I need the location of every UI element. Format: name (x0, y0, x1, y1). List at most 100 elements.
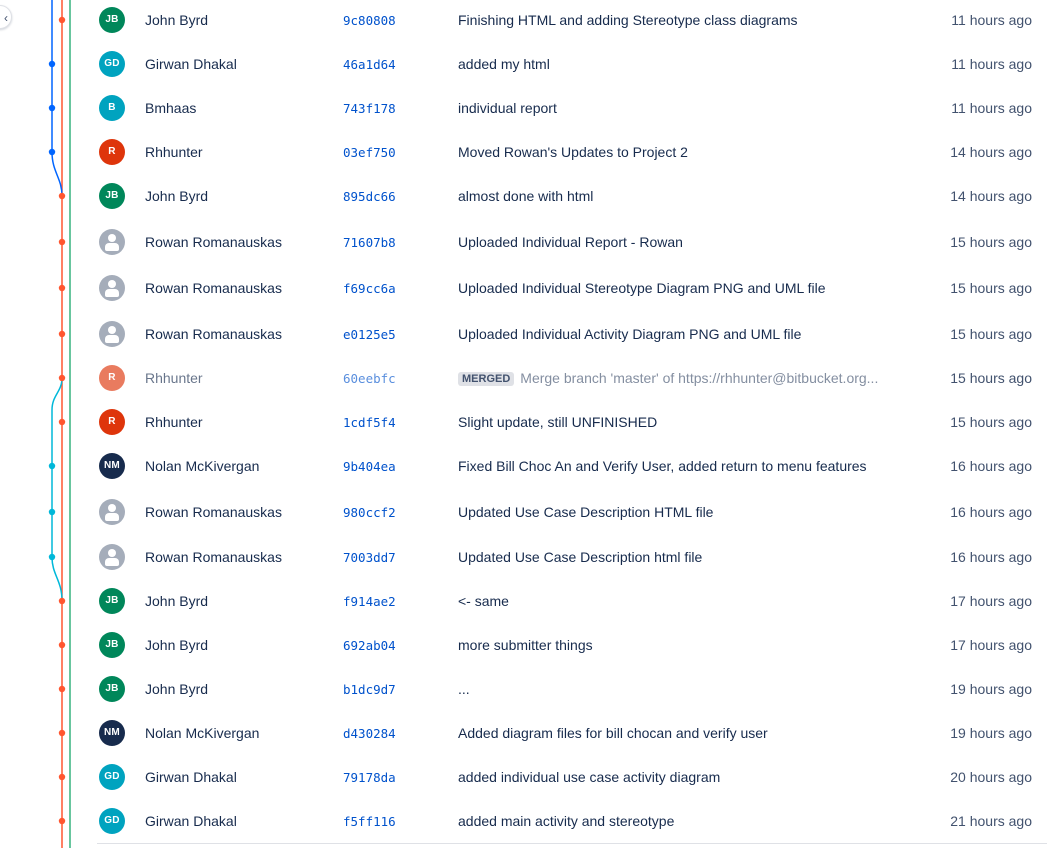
commit-date: 15 hours ago (950, 326, 1032, 342)
commit-row[interactable]: JB John Byrd f914ae2 <- same 17 hours ago (0, 579, 1047, 623)
commit-message-text: individual report (458, 100, 557, 116)
commit-hash-link[interactable]: 980ccf2 (343, 505, 396, 520)
commit-hash-link[interactable]: f69cc6a (343, 281, 396, 296)
avatar[interactable]: R (99, 409, 125, 435)
commit-row[interactable]: GD Girwan Dhakal f5ff116 added main activit… (0, 799, 1047, 843)
commit-author: Rhhunter (145, 370, 203, 386)
commit-row[interactable]: R Rhhunter 03ef750 Moved Rowan's Updates to… (0, 130, 1047, 174)
commit-hash-link[interactable]: f914ae2 (343, 594, 396, 609)
commit-author: Rowan Romanauskas (145, 326, 282, 342)
commit-hash-link[interactable]: 03ef750 (343, 145, 396, 160)
user-head-shape (108, 504, 116, 512)
commit-hash-link[interactable]: d430284 (343, 726, 396, 741)
commit-message: Uploaded Individual Activity Diagram PNG… (458, 326, 928, 342)
commit-hash-link[interactable]: 692ab04 (343, 638, 396, 653)
commit-date: 14 hours ago (950, 144, 1032, 160)
commit-date: 15 hours ago (950, 280, 1032, 296)
commit-hash-link[interactable]: 895dc66 (343, 189, 396, 204)
commit-row[interactable]: JB John Byrd b1dc9d7... 19 hours ago (0, 667, 1047, 711)
commit-message: added individual use case activity diagr… (458, 769, 928, 785)
avatar[interactable]: JB (99, 632, 125, 658)
commit-date: 17 hours ago (950, 637, 1032, 653)
commit-row[interactable]: R Rhhunter 1cdf5f4 Slight update, still UNF… (0, 400, 1047, 444)
commit-author: Girwan Dhakal (145, 813, 237, 829)
commit-message-text: Merge branch 'master' of https://rhhunte… (520, 370, 879, 386)
commit-hash-link[interactable]: 79178da (343, 770, 396, 785)
commit-author: Nolan McKivergan (145, 725, 260, 741)
avatar[interactable]: NM (99, 720, 125, 746)
commit-message: MERGED Merge branch 'master' of https://r… (458, 370, 928, 386)
commit-message: Slight update, still UNFINISHED (458, 414, 928, 430)
avatar[interactable]: JB (99, 588, 125, 614)
commit-hash-link[interactable]: 1cdf5f4 (343, 415, 396, 430)
commit-message-text: Finishing HTML and adding Stereotype cla… (458, 12, 798, 28)
commit-hash-link[interactable]: f5ff116 (343, 814, 396, 829)
commit-row[interactable]: Rowan Romanauskas 980ccf2 Updated Use Case… (0, 490, 1047, 534)
user-head-shape (108, 549, 116, 557)
commit-author: Nolan McKivergan (145, 458, 260, 474)
user-body-shape (105, 335, 119, 343)
default-avatar-icon[interactable] (99, 499, 125, 525)
commit-row[interactable]: Rowan Romanauskas f69cc6a Uploaded Individ… (0, 266, 1047, 310)
commit-message: almost done with html (458, 188, 928, 204)
commit-hash-link[interactable]: 9b404ea (343, 459, 396, 474)
commit-date: 11 hours ago (951, 100, 1032, 116)
commit-row[interactable]: NM Nolan McKivergan d430284 Added diagram f… (0, 711, 1047, 755)
user-body-shape (105, 558, 119, 566)
avatar[interactable]: GD (99, 51, 125, 77)
commit-hash-link[interactable]: 46a1d64 (343, 57, 396, 72)
commit-message-text: almost done with html (458, 188, 594, 204)
commit-row[interactable]: Rowan Romanauskas e0125e5 Uploaded Individ… (0, 312, 1047, 356)
commit-row[interactable]: B Bmhaas 743f178 individual report 11 hours … (0, 86, 1047, 130)
commit-row[interactable]: JB John Byrd 895dc66 almost done with html 1… (0, 174, 1047, 218)
commit-row[interactable]: Rowan Romanauskas 71607b8 Uploaded Individ… (0, 220, 1047, 264)
commit-row[interactable]: JB John Byrd 692ab04 more submitter things 1… (0, 623, 1047, 667)
commit-date: 16 hours ago (950, 504, 1032, 520)
commit-row[interactable]: JB John Byrd 9c80808 Finishing HTML and add… (0, 0, 1047, 42)
commit-hash-link[interactable]: e0125e5 (343, 327, 396, 342)
commit-author: Rowan Romanauskas (145, 234, 282, 250)
commit-row[interactable]: NM Nolan McKivergan 9b404ea Fixed Bill Choc… (0, 444, 1047, 488)
avatar[interactable]: JB (99, 183, 125, 209)
commit-date: 15 hours ago (950, 414, 1032, 430)
commit-hash-link[interactable]: b1dc9d7 (343, 682, 396, 697)
commit-hash-link[interactable]: 60eebfc (343, 371, 396, 386)
commit-row[interactable]: GD Girwan Dhakal 79178da added individual u… (0, 755, 1047, 799)
commit-hash-link[interactable]: 7003dd7 (343, 550, 396, 565)
commit-message-text: added individual use case activity diagr… (458, 769, 721, 785)
avatar[interactable]: NM (99, 453, 125, 479)
commit-message: <- same (458, 593, 928, 609)
avatar[interactable]: R (99, 365, 125, 391)
avatar[interactable]: B (99, 95, 125, 121)
commit-hash-link[interactable]: 9c80808 (343, 13, 396, 28)
commit-author: John Byrd (145, 593, 209, 609)
default-avatar-icon[interactable] (99, 229, 125, 255)
commit-message-text: <- same (458, 593, 509, 609)
commit-message: Uploaded Individual Stereotype Diagram P… (458, 280, 928, 296)
commit-message: Uploaded Individual Report - Rowan (458, 234, 928, 250)
commit-date: 11 hours ago (951, 12, 1032, 28)
default-avatar-icon[interactable] (99, 321, 125, 347)
commit-message: Updated Use Case Description html file (458, 549, 928, 565)
commit-row[interactable]: R Rhhunter 60eebfc MERGED Merge branch 'mast… (0, 356, 1047, 400)
commit-row[interactable]: Rowan Romanauskas 7003dd7 Updated Use Case… (0, 535, 1047, 579)
avatar[interactable]: R (99, 139, 125, 165)
commit-hash-link[interactable]: 71607b8 (343, 235, 396, 250)
commit-message: Moved Rowan's Updates to Project 2 (458, 144, 928, 160)
commit-message: Finishing HTML and adding Stereotype cla… (458, 12, 928, 28)
default-avatar-icon[interactable] (99, 275, 125, 301)
commit-author: John Byrd (145, 637, 209, 653)
default-avatar-icon[interactable] (99, 544, 125, 570)
avatar[interactable]: JB (99, 7, 125, 33)
commit-hash-link[interactable]: 743f178 (343, 101, 396, 116)
commit-author: John Byrd (145, 12, 209, 28)
commit-row[interactable]: GD Girwan Dhakal 46a1d64 added my html 11 ho… (0, 42, 1047, 86)
commit-author: John Byrd (145, 681, 209, 697)
commit-message-text: Updated Use Case Description HTML file (458, 504, 714, 520)
merged-badge: MERGED (458, 372, 515, 386)
avatar[interactable]: JB (99, 676, 125, 702)
commit-message: ... (458, 681, 928, 697)
avatar[interactable]: GD (99, 764, 125, 790)
avatar[interactable]: GD (99, 808, 125, 834)
user-body-shape (105, 513, 119, 521)
